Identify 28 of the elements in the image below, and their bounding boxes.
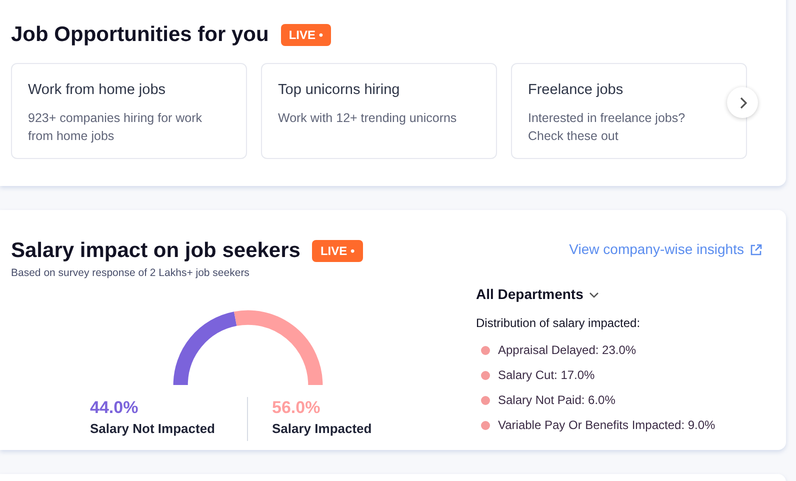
job-category-card[interactable]: Top unicorns hiring Work with 12+ trending unicorns bbox=[261, 62, 497, 158]
distribution-item: Appraisal Delayed: 23.0% bbox=[498, 342, 636, 359]
stat-label: Salary Not Impacted bbox=[90, 420, 216, 438]
card-title: Top unicorns hiring bbox=[278, 80, 401, 100]
job-category-card[interactable]: Freelance jobs Interested in freelance jobs? Check these out bbox=[511, 62, 747, 158]
next-arrow-button[interactable] bbox=[727, 87, 758, 118]
subtitle: Based on survey response of 2 Lakhs+ job seekers bbox=[11, 266, 250, 280]
card-title: Work from home jobs bbox=[28, 80, 167, 100]
job-category-card[interactable]: Work from home jobs 923+ companies hiring for work from home jobs bbox=[11, 62, 247, 158]
stat-label: Salary Impacted bbox=[272, 420, 372, 438]
distribution-item: Variable Pay Or Benefits Impacted: 9.0% bbox=[498, 417, 716, 434]
card-description: 923+ companies hiring for work from home jobs bbox=[28, 110, 204, 146]
distribution-item: Salary Not Paid: 6.0% bbox=[498, 392, 616, 409]
card-title: Freelance jobs bbox=[528, 80, 624, 100]
stat-value: 44.0% bbox=[90, 397, 140, 420]
chevron-right-icon bbox=[738, 96, 746, 108]
section-title: Salary impact on job seekers bbox=[11, 238, 300, 264]
chevron-down-icon bbox=[589, 292, 600, 298]
departments-dropdown[interactable]: All Departments bbox=[476, 284, 600, 305]
card-description: Work with 12+ trending unicorns bbox=[278, 110, 458, 128]
distribution-title: Distribution of salary impacted: bbox=[476, 315, 642, 332]
section-title: Job Opportunities for you bbox=[11, 22, 269, 48]
live-badge: LIVE • bbox=[280, 24, 332, 46]
card-description: Interested in freelance jobs? Check these out bbox=[528, 110, 686, 146]
stat-value: 56.0% bbox=[272, 397, 322, 420]
live-badge: LIVE • bbox=[312, 240, 363, 262]
distribution-item: Salary Cut: 17.0% bbox=[498, 367, 595, 384]
external-link-icon bbox=[750, 244, 762, 256]
